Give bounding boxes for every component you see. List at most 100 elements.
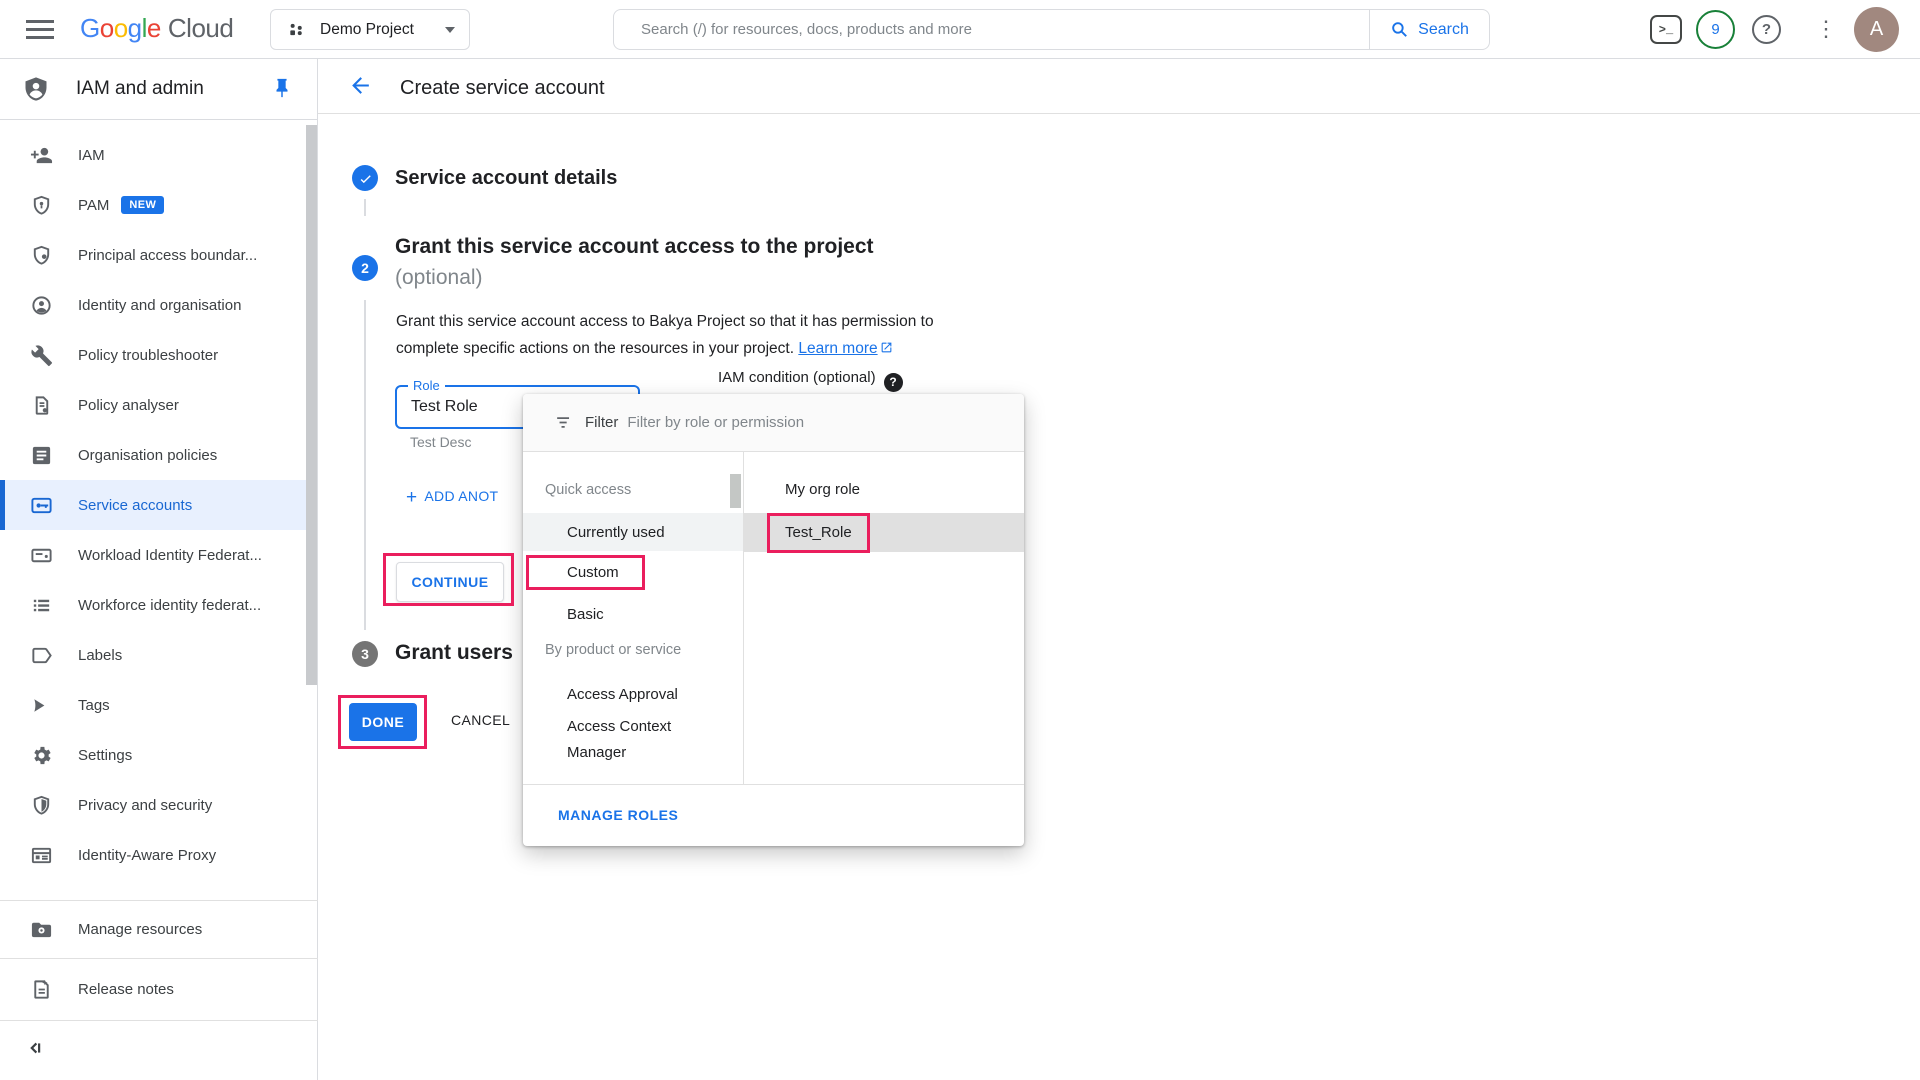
sidebar-item-label: Release notes	[78, 981, 174, 998]
learn-more-link[interactable]: Learn more	[798, 340, 877, 357]
role-picker-dropdown: Filter Quick access Currently used Custo…	[523, 394, 1024, 846]
role-option-test-role[interactable]: Test_Role	[744, 513, 1024, 552]
selected-indicator	[0, 480, 5, 530]
sidebar: IAM and admin IAM PAM NEW Principal acce…	[0, 59, 318, 1080]
divider	[318, 113, 1920, 114]
sidebar-item-workload-identity-federation[interactable]: Workload Identity Federat...	[0, 530, 318, 580]
role-option-currently-used[interactable]: Currently used	[523, 513, 743, 551]
sidebar-scrollbar[interactable]	[306, 125, 317, 685]
project-icon	[286, 20, 306, 40]
manage-roles-link[interactable]: MANAGE ROLES	[558, 807, 678, 823]
sidebar-item-pam[interactable]: PAM NEW	[0, 180, 318, 230]
help-icon[interactable]: ?	[1752, 15, 1781, 44]
sidebar-item-policy-analyser[interactable]: Policy analyser	[0, 380, 318, 430]
folder-gear-icon	[30, 918, 53, 941]
sidebar-item-principal-access-boundary[interactable]: Principal access boundar...	[0, 230, 318, 280]
role-field-helper: Test Desc	[410, 434, 471, 450]
my-org-role-header[interactable]: My org role	[785, 481, 860, 498]
role-option-custom[interactable]: Custom	[523, 554, 743, 590]
step2-subtitle: (optional)	[395, 266, 483, 290]
hamburger-menu-icon[interactable]	[26, 20, 54, 39]
person-add-icon	[30, 144, 53, 167]
sidebar-item-settings[interactable]: Settings	[0, 730, 318, 780]
sidebar-item-organisation-policies[interactable]: Organisation policies	[0, 430, 318, 480]
divider	[0, 1020, 318, 1021]
project-selector[interactable]: Demo Project	[270, 9, 470, 50]
sidebar-item-label: Service accounts	[78, 497, 192, 514]
external-link-icon	[880, 336, 893, 363]
column-divider	[743, 452, 744, 784]
role-option-access-context-manager[interactable]: Access Context Manager	[523, 708, 743, 772]
sidebar-item-service-accounts[interactable]: Service accounts	[0, 480, 306, 530]
sidebar-item-workforce-identity-federation[interactable]: Workforce identity federat...	[0, 580, 318, 630]
sidebar-item-label: Workload Identity Federat...	[78, 547, 262, 564]
sidebar-item-label: Labels	[78, 647, 122, 664]
project-selector-label: Demo Project	[320, 21, 414, 39]
sidebar-item-policy-troubleshooter[interactable]: Policy troubleshooter	[0, 330, 318, 380]
sidebar-item-label: Manage resources	[78, 921, 202, 938]
search-button[interactable]: Search	[1369, 9, 1490, 50]
plus-icon: +	[406, 487, 417, 508]
description-line2: complete specific actions on the resourc…	[396, 335, 934, 363]
step1-check-icon	[352, 165, 378, 191]
sidebar-item-iam[interactable]: IAM	[0, 130, 318, 180]
done-button[interactable]: DONE	[349, 703, 417, 741]
top-app-bar: GoogleCloud Demo Project Search >_ 9 ? ⋮…	[0, 0, 1920, 59]
card-icon	[30, 544, 53, 567]
filter-label: Filter	[585, 414, 618, 431]
role-option-access-approval[interactable]: Access Approval	[523, 676, 743, 712]
sidebar-item-identity-organisation[interactable]: Identity and organisation	[0, 280, 318, 330]
sidebar-item-labels[interactable]: Labels	[0, 630, 318, 680]
iam-shield-icon	[22, 75, 50, 103]
pin-icon[interactable]	[271, 77, 293, 99]
quick-access-header: Quick access	[545, 482, 631, 498]
search-input[interactable]	[641, 21, 1333, 38]
list-icon	[30, 594, 53, 617]
role-filter-input[interactable]	[627, 414, 957, 431]
sidebar-item-label: Policy analyser	[78, 397, 179, 414]
document-gear-icon	[30, 394, 53, 417]
collapse-sidebar-icon[interactable]	[24, 1037, 46, 1059]
divider	[523, 784, 1024, 785]
sidebar-item-label: PAM	[78, 197, 109, 214]
filter-icon	[554, 413, 573, 432]
notifications-badge[interactable]: 9	[1696, 10, 1735, 49]
shield-person-icon	[30, 244, 53, 267]
continue-button[interactable]: CONTINUE	[396, 562, 504, 602]
cloud-shell-icon[interactable]: >_	[1650, 15, 1682, 44]
sidebar-item-label: Settings	[78, 747, 132, 764]
sidebar-item-label: Identity and organisation	[78, 297, 241, 314]
add-another-role-button[interactable]: +ADD ANOT	[406, 487, 498, 509]
account-circle-icon	[30, 294, 53, 317]
sidebar-title: IAM and admin	[76, 78, 204, 100]
search-input-container[interactable]	[613, 9, 1370, 50]
shield-key-icon	[30, 194, 53, 217]
avatar[interactable]: A	[1854, 7, 1899, 52]
sidebar-item-manage-resources[interactable]: Manage resources	[0, 901, 318, 958]
sidebar-item-label: Identity-Aware Proxy	[78, 847, 216, 864]
tag-arrow-icon	[30, 694, 53, 717]
gear-icon	[30, 744, 53, 767]
sidebar-item-label: Privacy and security	[78, 797, 212, 814]
more-options-icon[interactable]: ⋮	[1815, 14, 1829, 44]
page-title: Create service account	[400, 77, 605, 100]
dropdown-scrollbar[interactable]	[730, 474, 741, 508]
sidebar-item-label: IAM	[78, 147, 105, 164]
article-icon	[30, 444, 53, 467]
search-icon	[1390, 20, 1409, 39]
sidebar-item-tags[interactable]: Tags	[0, 680, 318, 730]
search-button-label: Search	[1418, 21, 1469, 39]
role-filter-row: Filter	[523, 394, 1024, 452]
by-product-header: By product or service	[545, 642, 681, 658]
global-search: Search	[613, 9, 1490, 50]
role-option-basic[interactable]: Basic	[523, 596, 743, 632]
google-cloud-logo[interactable]: GoogleCloud	[80, 13, 233, 44]
cancel-button[interactable]: CANCEL	[451, 712, 510, 728]
sidebar-item-privacy-security[interactable]: Privacy and security	[0, 780, 318, 830]
sidebar-item-identity-aware-proxy[interactable]: Identity-Aware Proxy	[0, 830, 318, 880]
back-arrow-icon[interactable]	[348, 73, 373, 98]
sidebar-item-release-notes[interactable]: Release notes	[0, 959, 318, 1020]
description-line1: Grant this service account access to Bak…	[396, 308, 934, 335]
help-filled-icon[interactable]: ?	[884, 373, 903, 392]
step2-title: Grant this service account access to the…	[395, 235, 874, 259]
